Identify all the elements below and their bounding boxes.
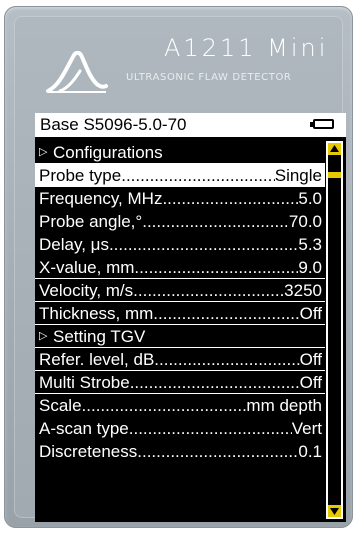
menu-param-row[interactable]: Probe type Single [35, 164, 325, 187]
scroll-thumb[interactable] [328, 172, 341, 178]
dot-leader [154, 348, 299, 370]
dot-leader [109, 233, 298, 256]
menu-group-item[interactable]: ▷ Setting TGV [35, 325, 325, 348]
dot-leader [142, 210, 289, 233]
menu-group-label: Configurations [53, 143, 163, 162]
triangle-right-icon: ▷ [39, 146, 48, 158]
menu-param-value: 0.1 [298, 442, 322, 461]
dot-leader [162, 187, 298, 210]
menu-param-label: X-value, mm [39, 258, 135, 277]
dot-leader [134, 256, 298, 278]
dot-leader [133, 279, 284, 301]
menu-param-label: A-scan type [39, 419, 129, 438]
menu-param-label: Thickness, mm [39, 304, 154, 323]
menu-param-row[interactable]: X-value, mm 9.0 [35, 256, 325, 279]
menu-param-value: Off [299, 350, 322, 369]
menu-param-value: Single [274, 166, 322, 185]
menu-param-value: Vert [291, 419, 322, 438]
base-title: Base S5096-5.0-70 [40, 115, 187, 134]
arrow-up-icon[interactable] [328, 143, 341, 155]
menu-param-label: Discreteness [39, 442, 138, 461]
menu-param-row[interactable]: Refer. level, dB Off [35, 348, 325, 371]
menu-param-label: Velocity, m/s [39, 281, 134, 300]
menu-group-label: Setting TGV [53, 327, 146, 346]
menu-param-row[interactable]: Delay, μs 5.3 [35, 233, 325, 256]
menu-param-row[interactable]: Thickness, mm Off [35, 302, 325, 325]
dot-leader [130, 371, 300, 393]
brand-title: A1211 Mini [164, 34, 329, 62]
dot-leader [153, 302, 299, 324]
menu-param-row[interactable]: Scale mm depth [35, 394, 325, 417]
menu-param-value: Off [299, 304, 322, 323]
menu-param-value: 9.0 [298, 258, 322, 277]
menu-param-label: Scale [39, 396, 82, 415]
lcd-screen: Base S5096-5.0-70 ▷ Configurations Probe t… [35, 113, 346, 522]
menu-param-row[interactable]: Probe angle,° 70.0 [35, 210, 325, 233]
battery-icon [310, 119, 334, 129]
menu-param-value: mm depth [246, 396, 322, 415]
menu-param-row[interactable]: Frequency, MHz 5.0 [35, 187, 325, 210]
menu-param-label: Probe type [39, 166, 122, 185]
arrow-down-icon[interactable] [328, 505, 341, 517]
dot-leader [121, 164, 275, 187]
menu-param-value: 3250 [284, 281, 322, 300]
dot-leader [129, 417, 292, 440]
scrollbar[interactable] [326, 141, 343, 519]
dot-leader [82, 394, 247, 417]
menu-param-row[interactable]: A-scan type Vert [35, 417, 325, 440]
menu-param-row[interactable]: Multi Strobe Off [35, 371, 325, 394]
menu-param-label: Multi Strobe [39, 373, 130, 392]
menu-param-value: Off [299, 373, 322, 392]
wave-logo-icon [46, 51, 108, 93]
menu-group-item[interactable]: ▷ Configurations [35, 141, 325, 164]
brand-subtitle: ULTRASONIC FLAW DETECTOR [126, 72, 292, 83]
menu-param-label: Delay, μs [39, 235, 109, 254]
screen-header: Base S5096-5.0-70 [35, 113, 346, 137]
menu-param-label: Frequency, MHz [39, 189, 163, 208]
menu-param-label: Refer. level, dB [39, 350, 155, 369]
triangle-right-icon: ▷ [39, 330, 48, 342]
menu-param-row[interactable]: Discreteness 0.1 [35, 440, 325, 463]
menu-param-row[interactable]: Velocity, m/s 3250 [35, 279, 325, 302]
menu-param-value: 5.3 [298, 235, 322, 254]
menu-param-label: Probe angle,° [39, 212, 143, 231]
menu-param-value: 70.0 [288, 212, 322, 231]
menu-param-value: 5.0 [298, 189, 322, 208]
parameter-menu: ▷ Configurations Probe type Single Frequency… [35, 141, 325, 463]
dot-leader [137, 440, 298, 463]
device-body: A1211 Mini ULTRASONIC FLAW DETECTOR Base… [4, 6, 353, 528]
